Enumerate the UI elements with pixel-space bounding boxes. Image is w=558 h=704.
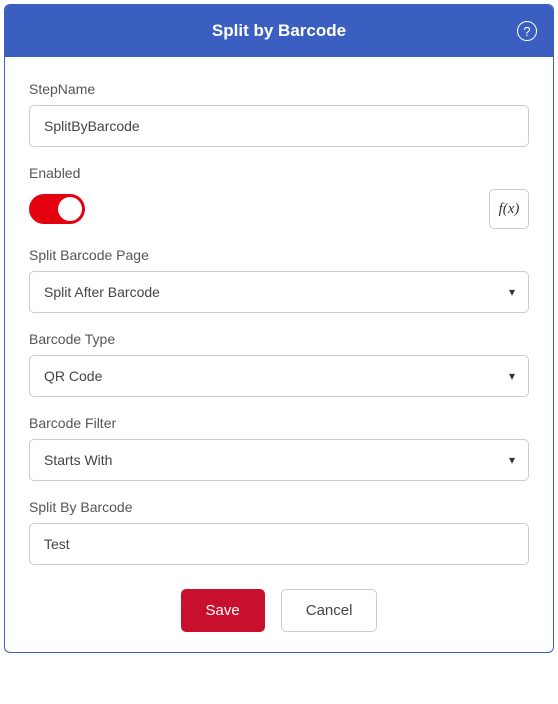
barcode-filter-select-wrap: Starts With ▾ bbox=[29, 439, 529, 481]
enabled-label: Enabled bbox=[29, 165, 529, 181]
panel-body: StepName Enabled f(x) Split Barcode Page… bbox=[5, 57, 553, 652]
fx-button[interactable]: f(x) bbox=[489, 189, 529, 229]
enabled-row: f(x) bbox=[29, 189, 529, 229]
field-enabled: Enabled f(x) bbox=[29, 165, 529, 229]
barcode-type-label: Barcode Type bbox=[29, 331, 529, 347]
enabled-toggle[interactable] bbox=[29, 194, 85, 224]
barcode-type-select-wrap: QR Code ▾ bbox=[29, 355, 529, 397]
split-barcode-page-select[interactable]: Split After Barcode bbox=[29, 271, 529, 313]
help-icon[interactable]: ? bbox=[517, 21, 537, 41]
split-barcode-page-label: Split Barcode Page bbox=[29, 247, 529, 263]
panel-title: Split by Barcode bbox=[212, 21, 346, 41]
split-barcode-page-select-wrap: Split After Barcode ▾ bbox=[29, 271, 529, 313]
panel-header: Split by Barcode ? bbox=[5, 5, 553, 57]
barcode-type-select[interactable]: QR Code bbox=[29, 355, 529, 397]
split-by-barcode-panel: Split by Barcode ? StepName Enabled f(x)… bbox=[4, 4, 554, 653]
cancel-button[interactable]: Cancel bbox=[281, 589, 378, 632]
field-split-by-barcode: Split By Barcode bbox=[29, 499, 529, 565]
barcode-filter-label: Barcode Filter bbox=[29, 415, 529, 431]
save-button[interactable]: Save bbox=[181, 589, 265, 632]
field-split-barcode-page: Split Barcode Page Split After Barcode ▾ bbox=[29, 247, 529, 313]
field-step-name: StepName bbox=[29, 81, 529, 147]
toggle-knob bbox=[58, 197, 82, 221]
field-barcode-filter: Barcode Filter Starts With ▾ bbox=[29, 415, 529, 481]
split-by-barcode-input[interactable] bbox=[29, 523, 529, 565]
action-row: Save Cancel bbox=[29, 589, 529, 632]
field-barcode-type: Barcode Type QR Code ▾ bbox=[29, 331, 529, 397]
step-name-label: StepName bbox=[29, 81, 529, 97]
split-by-barcode-label: Split By Barcode bbox=[29, 499, 529, 515]
barcode-filter-select[interactable]: Starts With bbox=[29, 439, 529, 481]
step-name-input[interactable] bbox=[29, 105, 529, 147]
